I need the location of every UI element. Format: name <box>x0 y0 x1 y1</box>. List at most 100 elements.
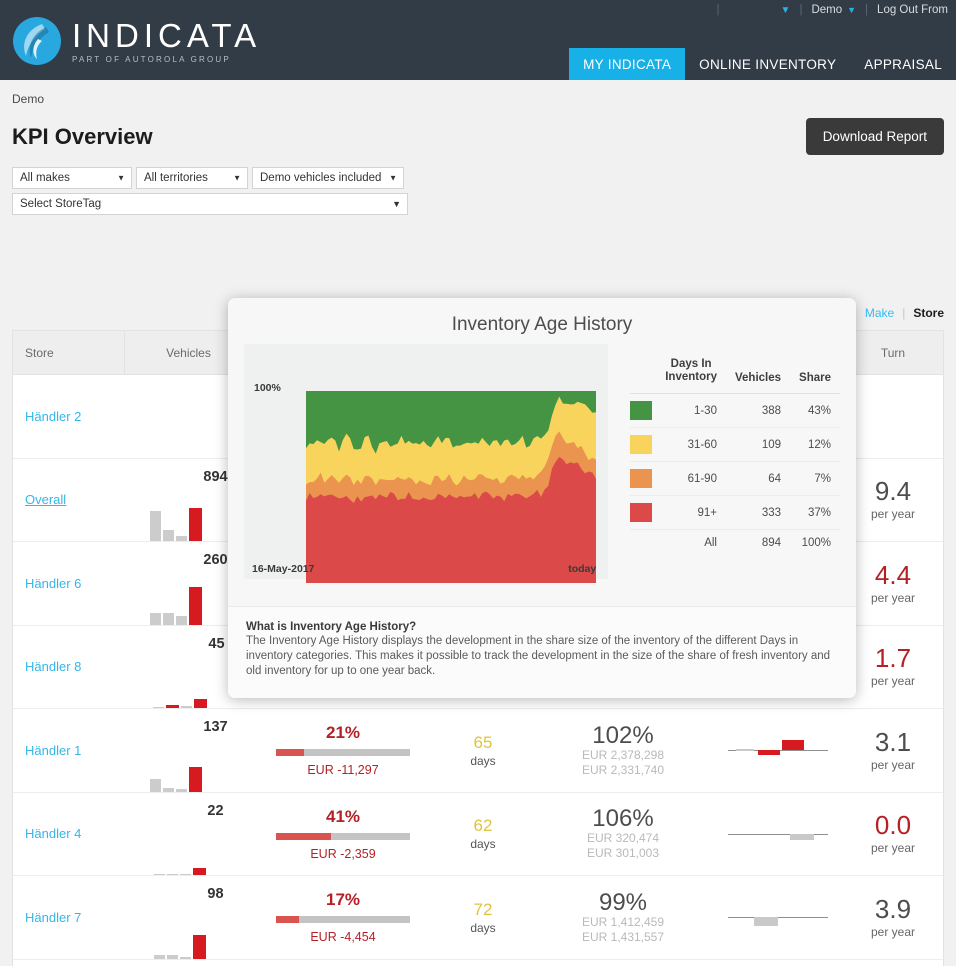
table-row[interactable]: Händler 4 22 41% EUR -2,359 62 days 106% EUR 32… <box>13 792 943 876</box>
legend-days-value: 1-30 <box>656 393 726 429</box>
legend-days-value: All <box>704 537 717 550</box>
trend-bar <box>758 750 780 756</box>
modal-explanation: What is Inventory Age History? The Inven… <box>228 606 856 698</box>
table-row[interactable]: Händler 7 98 17% EUR -4,454 72 days 99% EUR 1,4… <box>13 876 943 960</box>
turn-label: per year <box>870 674 916 689</box>
storetag-select-value: Select StoreTag <box>20 198 102 210</box>
sparkbar <box>150 778 162 792</box>
days-in-stock-label: days <box>470 837 496 852</box>
legend-share-value: 100% <box>801 537 831 550</box>
cell-potential: 106%EUR 579,964EUR 547,094 <box>533 960 713 966</box>
legend-days-value: 91+ <box>656 495 726 531</box>
cell-trend <box>713 709 843 792</box>
potential-amount-primary: EUR 1,412,459 <box>581 914 665 929</box>
vehicles-sparkbar <box>154 835 207 875</box>
price-competitiveness-amount: EUR -2,359 <box>310 846 376 861</box>
territories-select-value: All territories <box>144 172 208 184</box>
table-row[interactable]: Händler 1 137 21% EUR -11,297 65 days 102% EUR … <box>13 709 943 793</box>
sparkbar <box>176 788 188 792</box>
legend-color-swatch <box>630 469 653 489</box>
table-row[interactable]: Händler 3 35 42%EUR -4,21858days106%EUR 57… <box>13 959 943 966</box>
page-body: Demo KPI Overview Download Report All ma… <box>0 80 956 966</box>
store-link[interactable]: Overall <box>25 492 66 507</box>
cell-trend <box>713 876 843 959</box>
cell-vehicles: 137 <box>125 709 253 792</box>
filter-bar: All makes ▼ All territories ▼ Demo vehic… <box>0 155 956 215</box>
indicata-logo-icon <box>13 17 61 65</box>
cell-vehicles: 98 <box>125 876 253 959</box>
modal-title: Inventory Age History <box>451 314 633 335</box>
cell-price-competitiveness: 17% EUR -4,454 <box>253 876 433 959</box>
potential-percent: 106% <box>592 805 654 833</box>
store-link[interactable]: Händler 4 <box>25 826 81 841</box>
territories-select[interactable]: All territories ▼ <box>136 167 248 189</box>
logout-link[interactable]: Log Out From <box>877 4 948 16</box>
storetag-select[interactable]: Select StoreTag ▼ <box>12 193 408 215</box>
sparkbar <box>150 612 162 625</box>
legend-days-value: 31-60 <box>656 427 726 463</box>
vehicles-sparkbar <box>150 585 203 625</box>
column-header-turn[interactable]: Turn <box>843 331 943 374</box>
account-chevron-down-icon[interactable]: ▼ <box>847 5 856 15</box>
days-in-stock-value: 65 <box>473 732 493 752</box>
filter-row: All makes ▼ All territories ▼ Demo vehic… <box>12 167 944 189</box>
cell-turn: 4.0per year <box>843 960 943 966</box>
sparkbar <box>176 615 188 625</box>
store-link[interactable]: Händler 2 <box>25 409 81 424</box>
store-link[interactable]: Händler 8 <box>25 659 81 674</box>
title-row: KPI Overview Download Report <box>0 106 956 155</box>
turn-label: per year <box>870 924 916 939</box>
potential-amount-primary: EUR 320,474 <box>586 831 660 846</box>
turn-value: 4.4 <box>874 559 912 590</box>
legend-swatch-cell <box>630 393 657 429</box>
cell-store: Händler 6 <box>13 542 125 625</box>
bar-fill <box>276 832 331 840</box>
language-chevron-down-icon[interactable]: ▼ <box>781 5 791 16</box>
days-in-stock-label: days <box>470 920 496 935</box>
vehicles-count: 35 <box>207 960 223 966</box>
view-toggle-make[interactable]: Make <box>865 306 894 320</box>
vehicles-count: 894 <box>203 468 228 485</box>
bar-fill <box>276 916 299 924</box>
column-header-store[interactable]: Store <box>13 331 125 374</box>
account-menu[interactable]: Demo <box>811 4 842 16</box>
chart-legend-table: Days In Inventory Vehicles Share 1-30 388… <box>630 354 840 556</box>
sparkbar <box>163 612 175 625</box>
cell-turn: 4.4 per year <box>843 542 943 625</box>
explanation-body: The Inventory Age History displays the d… <box>246 635 831 678</box>
demo-vehicles-select[interactable]: Demo vehicles included ▼ <box>252 167 404 189</box>
store-link[interactable]: Händler 1 <box>25 743 81 758</box>
utility-divider-1: | <box>716 4 720 16</box>
vehicles-count: 260 <box>203 552 228 568</box>
breadcrumb[interactable]: Demo <box>0 80 956 106</box>
store-link[interactable]: Händler 7 <box>25 910 81 925</box>
vehicles-count: 22 <box>207 802 224 819</box>
vehicles-sparkbar <box>150 501 203 541</box>
sparkbar <box>163 530 175 541</box>
cell-price-competitiveness: 41% EUR -2,359 <box>253 793 433 876</box>
utility-divider-3: | <box>865 4 869 16</box>
download-report-button[interactable]: Download Report <box>805 118 944 155</box>
nav-my-indicata[interactable]: MY INDICATA <box>569 48 686 80</box>
nav-appraisal[interactable]: APPRAISAL <box>850 48 956 80</box>
legend-vehicles-value: 109 <box>725 427 791 463</box>
sparkbar <box>167 874 179 875</box>
price-competitiveness-percent: 41% <box>325 806 361 826</box>
legend-header-share: Share <box>790 354 840 395</box>
indicata-logo[interactable]: INDICATA PART OF AUTOROLA GROUP <box>12 16 261 66</box>
trend-sparkline <box>728 897 828 937</box>
store-link[interactable]: Händler 6 <box>25 576 81 591</box>
chevron-down-icon: ▼ <box>389 173 397 183</box>
legend-swatch-cell <box>630 461 657 497</box>
makes-select[interactable]: All makes ▼ <box>12 167 132 189</box>
sparkbar <box>154 954 166 959</box>
nav-online-inventory[interactable]: ONLINE INVENTORY <box>685 48 850 80</box>
view-toggle-store[interactable]: Store <box>913 306 944 320</box>
chevron-down-icon: ▼ <box>117 173 125 183</box>
turn-value: 3.1 <box>874 726 912 757</box>
cell-potential: 102% EUR 2,378,298 EUR 2,331,740 <box>533 709 713 792</box>
logo-text-block: INDICATA PART OF AUTOROLA GROUP <box>72 19 261 64</box>
cell-trend <box>713 793 843 876</box>
chart-x-end-label: today <box>568 563 597 575</box>
potential-amount-secondary: EUR 301,003 <box>586 846 660 861</box>
